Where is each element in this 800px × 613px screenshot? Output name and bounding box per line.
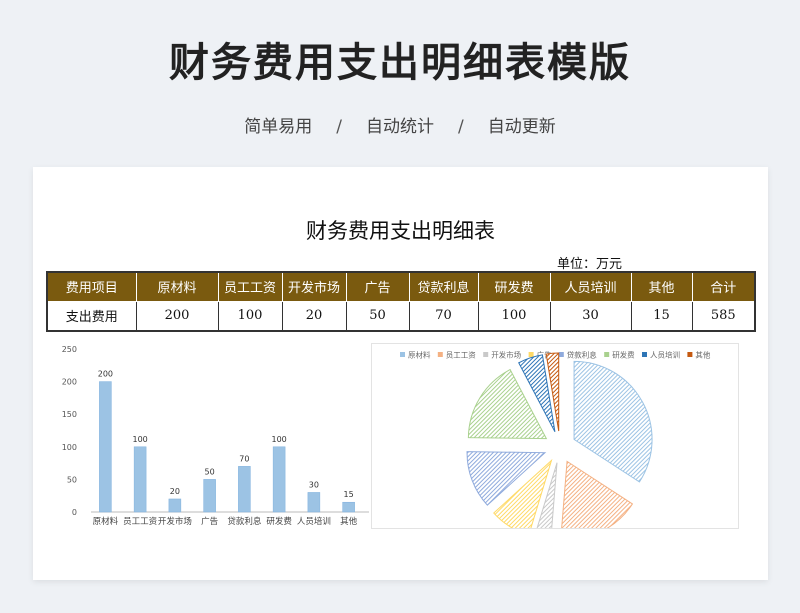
table-cell[interactable]: 50 [345, 300, 410, 332]
table-cell[interactable]: 100 [477, 300, 551, 332]
legend-label: 研发费 [612, 350, 635, 360]
feature-tagline: 简单易用 / 自动统计 / 自动更新 [0, 112, 800, 137]
x-tick-label: 贷款利息 [227, 516, 262, 527]
bar [342, 501, 355, 513]
table-cell[interactable]: 15 [630, 300, 693, 332]
legend-swatch [642, 352, 647, 357]
table-cell[interactable]: 100 [217, 300, 283, 332]
x-tick-label: 其他 [340, 516, 358, 527]
bar-data-label: 100 [271, 435, 286, 444]
legend-swatch [400, 352, 405, 357]
bar-data-label: 200 [98, 370, 113, 379]
legend-swatch [604, 352, 610, 357]
x-tick-label: 广告 [201, 516, 218, 527]
table-header-cell: 广告 [345, 271, 410, 302]
table-header-cell: 研发费 [477, 271, 551, 302]
y-tick-label: 50 [67, 475, 77, 484]
bar-data-label: 15 [344, 490, 354, 499]
legend-swatch [528, 352, 534, 357]
bar-data-label: 30 [309, 480, 319, 489]
pie-chart-svg: 原材料 员工工资 开发市场 广告 贷款利息 研发费 人员培训 其他 [400, 350, 711, 542]
legend-swatch [687, 352, 693, 357]
bar [238, 466, 251, 513]
y-tick-label: 150 [62, 410, 77, 419]
table-header-row: 费用项目 原材料 员工工资 开发市场 广告 贷款利息 研发费 人员培训 其他 合… [46, 271, 756, 302]
separator: / [336, 117, 342, 137]
table-cell[interactable]: 30 [549, 300, 632, 332]
bar [99, 381, 112, 513]
table-header-cell: 开发市场 [281, 271, 347, 302]
legend-label: 其他 [695, 350, 710, 360]
table-cell[interactable]: 200 [135, 300, 219, 332]
page-title: 财务费用支出明细表模版 [169, 40, 631, 86]
bar-data-label: 50 [205, 467, 215, 476]
bar [133, 446, 147, 513]
y-tick-label: 100 [62, 443, 77, 452]
pie-chart: 原材料 员工工资 开发市场 广告 贷款利息 研发费 人员培训 其他 [371, 343, 739, 542]
bar-chart: 0 50 100 150 200 250 200 原材料 100 员工工资 20 开发市场 50 广告 70… [53, 339, 373, 529]
spreadsheet-preview: 财务费用支出明细表 单位：万元 费用项目 原材料 员工工资 开发市场 广告 贷款… [33, 167, 768, 580]
x-tick-label: 开发市场 [158, 516, 192, 527]
feature-auto-stat: 自动统计 [366, 117, 434, 137]
bar [168, 498, 182, 513]
separator: / [458, 117, 464, 137]
table-header-cell: 员工工资 [217, 271, 283, 302]
pie-slice [573, 360, 653, 483]
legend-swatch [558, 352, 564, 357]
feature-easy: 简单易用 [244, 117, 313, 137]
y-tick-label: 250 [62, 345, 77, 354]
legend-label: 原材料 [408, 350, 431, 360]
x-tick-label: 人员培训 [297, 516, 331, 527]
table-header-cell: 费用项目 [46, 271, 137, 302]
y-tick-label: 200 [62, 378, 77, 387]
y-tick-label: 0 [72, 508, 77, 517]
bar [203, 479, 216, 513]
feature-auto-update: 自动更新 [487, 117, 556, 137]
legend-label: 人员培训 [650, 350, 680, 360]
table-row: 支出费用 200 100 20 50 70 100 30 15 585 [46, 300, 756, 332]
bar [307, 492, 321, 513]
table-cell[interactable]: 20 [281, 300, 347, 332]
bar-chart-svg: 0 50 100 150 200 250 200 原材料 100 员工工资 20 开发市场 50 广告 70… [62, 345, 369, 527]
unit-label: 单位：万元 [557, 257, 623, 272]
legend-label: 贷款利息 [567, 350, 597, 360]
x-tick-label: 原材料 [93, 516, 119, 527]
table-cell[interactable]: 支出费用 [46, 300, 137, 332]
x-tick-label: 员工工资 [123, 516, 158, 527]
bar-data-label: 20 [170, 487, 180, 496]
bar [272, 446, 286, 513]
table-header-cell: 原材料 [135, 271, 219, 302]
legend-swatch [483, 352, 489, 357]
table-cell[interactable]: 70 [408, 300, 479, 332]
x-tick-label: 研发费 [266, 516, 292, 527]
bar-data-label: 70 [239, 454, 249, 463]
legend-swatch [437, 352, 443, 357]
table-header-cell: 贷款利息 [408, 271, 479, 302]
legend-label: 开发市场 [491, 350, 521, 360]
expense-table: 费用项目 原材料 员工工资 开发市场 广告 贷款利息 研发费 人员培训 其他 合… [46, 271, 756, 332]
pie-slice [560, 460, 634, 540]
table-header-cell: 人员培训 [549, 271, 632, 302]
sheet-title: 财务费用支出明细表 [306, 219, 495, 243]
table-cell[interactable]: 585 [691, 300, 756, 332]
bar-data-label: 100 [132, 435, 147, 444]
legend-label: 员工工资 [446, 350, 476, 360]
table-header-cell: 其他 [630, 271, 693, 302]
table-header-cell: 合计 [691, 271, 756, 302]
